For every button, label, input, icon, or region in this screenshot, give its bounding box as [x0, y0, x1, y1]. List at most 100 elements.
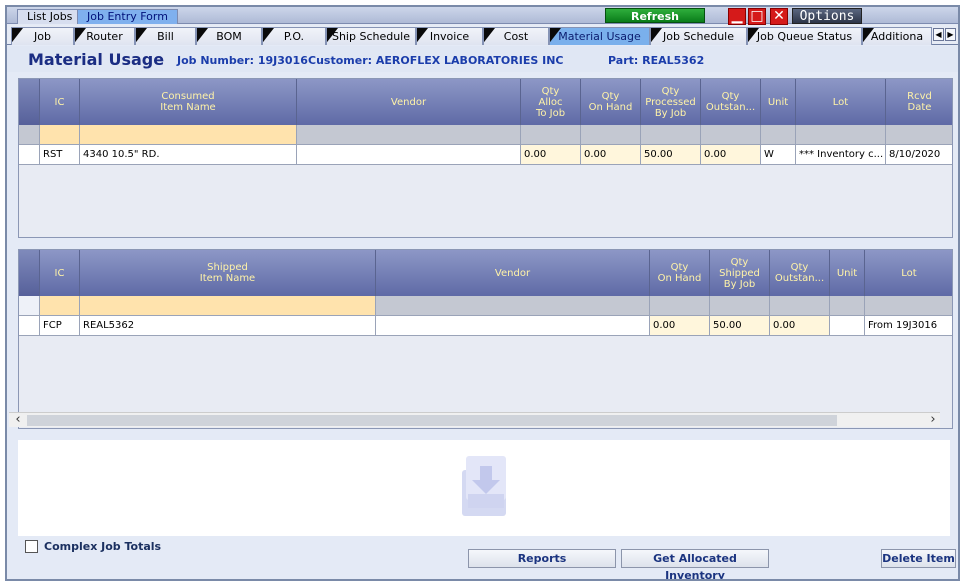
- col-header-qty-on-hand[interactable]: Qty On Hand: [581, 79, 641, 125]
- reports-button[interactable]: Reports: [468, 549, 616, 568]
- tab-label: Cost: [503, 30, 529, 43]
- cell-unit[interactable]: [830, 316, 865, 336]
- cell-qty-processed[interactable]: 50.00: [641, 145, 701, 165]
- horizontal-scrollbar[interactable]: ‹ ›: [9, 412, 940, 427]
- tab-scroll-right-icon[interactable]: ▶: [945, 28, 956, 41]
- tab-material-usage[interactable]: Material Usage: [549, 27, 650, 45]
- new-row-qty-outstanding[interactable]: [770, 296, 830, 316]
- cell-qty-on-hand[interactable]: 0.00: [650, 316, 710, 336]
- cell-vendor[interactable]: [376, 316, 650, 336]
- close-icon[interactable]: ✕: [770, 8, 788, 25]
- cell-qty-outstanding[interactable]: 0.00: [770, 316, 830, 336]
- tab-additional[interactable]: Additiona: [862, 27, 932, 45]
- minimize-icon[interactable]: ▁: [728, 8, 746, 25]
- options-button[interactable]: Options: [792, 8, 862, 24]
- tab-label: Bill: [157, 30, 174, 43]
- tab-po[interactable]: P.O.: [262, 27, 326, 45]
- maximize-icon[interactable]: □: [748, 8, 766, 25]
- tab-router[interactable]: Router: [74, 27, 135, 45]
- document-drop-area[interactable]: [18, 440, 950, 536]
- new-row-qty-processed[interactable]: [641, 125, 701, 145]
- tab-job-schedule[interactable]: Job Schedule: [650, 27, 747, 45]
- new-row-lot[interactable]: [865, 296, 952, 316]
- col-header-qty-outstanding[interactable]: Qty Outstan...: [701, 79, 761, 125]
- new-row-qty-shipped[interactable]: [710, 296, 770, 316]
- new-row-vendor[interactable]: [297, 125, 521, 145]
- tab-label: Job Schedule: [662, 30, 734, 43]
- new-row-ic[interactable]: [40, 296, 80, 316]
- scroll-right-icon[interactable]: ›: [926, 413, 940, 428]
- new-row-item-name[interactable]: [80, 296, 376, 316]
- new-row-vendor[interactable]: [376, 296, 650, 316]
- cell-item-name[interactable]: REAL5362: [80, 316, 376, 336]
- row-selector[interactable]: [19, 145, 40, 165]
- col-header-rcvd-date[interactable]: Rcvd Date: [886, 79, 952, 125]
- tab-job-entry-form[interactable]: Job Entry Form: [77, 9, 178, 24]
- tab-scroll-left-icon[interactable]: ◀: [933, 28, 944, 41]
- refresh-button[interactable]: Refresh: [605, 8, 705, 23]
- tab-bom[interactable]: BOM: [196, 27, 262, 45]
- col-header-lot[interactable]: Lot: [796, 79, 886, 125]
- cell-qty-on-hand[interactable]: 0.00: [581, 145, 641, 165]
- new-row-rcvd-date[interactable]: [886, 125, 952, 145]
- scrollbar-thumb[interactable]: [27, 415, 837, 426]
- delete-item-button[interactable]: Delete Item: [881, 549, 956, 568]
- tab-job[interactable]: Job: [11, 27, 74, 45]
- col-header-qty-shipped[interactable]: Qty Shipped By Job: [710, 250, 770, 296]
- customer-name: Customer: AEROFLEX LABORATORIES INC: [308, 54, 564, 67]
- get-allocated-inventory-button[interactable]: Get Allocated Inventory: [621, 549, 769, 579]
- job-number: Job Number: 19J3016: [177, 54, 308, 67]
- col-header-item-name[interactable]: Consumed Item Name: [80, 79, 297, 125]
- complex-job-totals-checkbox[interactable]: [25, 540, 38, 553]
- cell-rcvd-date[interactable]: 8/10/2020: [886, 145, 952, 165]
- row-selector[interactable]: [19, 316, 40, 336]
- download-tray-icon: [462, 456, 506, 516]
- new-row-qty-alloc[interactable]: [521, 125, 581, 145]
- cell-item-name[interactable]: 4340 10.5" RD.: [80, 145, 297, 165]
- tab-cost[interactable]: Cost: [483, 27, 549, 45]
- cell-ic[interactable]: FCP: [40, 316, 80, 336]
- tab-bill[interactable]: Bill: [135, 27, 196, 45]
- cell-qty-alloc[interactable]: 0.00: [521, 145, 581, 165]
- new-row-qty-on-hand[interactable]: [650, 296, 710, 316]
- job-entry-window: List Jobs Job Entry Form Refresh ▁ □ ✕ O…: [5, 5, 960, 581]
- new-row-qty-on-hand[interactable]: [581, 125, 641, 145]
- col-header-unit[interactable]: Unit: [761, 79, 796, 125]
- col-header-vendor[interactable]: Vendor: [376, 250, 650, 296]
- col-header-unit[interactable]: Unit: [830, 250, 865, 296]
- cell-lot[interactable]: *** Inventory c...: [796, 145, 886, 165]
- new-row-selector[interactable]: [19, 125, 40, 145]
- tab-label: Additiona: [870, 30, 924, 43]
- cell-unit[interactable]: W: [761, 145, 796, 165]
- col-header-item-name[interactable]: Shipped Item Name: [80, 250, 376, 296]
- cell-ic[interactable]: RST: [40, 145, 80, 165]
- new-row-unit[interactable]: [830, 296, 865, 316]
- cell-qty-shipped[interactable]: 50.00: [710, 316, 770, 336]
- new-row-lot[interactable]: [796, 125, 886, 145]
- new-row-ic[interactable]: [40, 125, 80, 145]
- cell-lot[interactable]: From 19J3016: [865, 316, 952, 336]
- tab-ship-schedule[interactable]: Ship Schedule: [326, 27, 416, 45]
- col-header-ic[interactable]: IC: [40, 79, 80, 125]
- tab-list-jobs[interactable]: List Jobs: [17, 9, 83, 24]
- col-header-lot[interactable]: Lot: [865, 250, 952, 296]
- new-row-selector[interactable]: [19, 296, 40, 316]
- part-number: Part: REAL5362: [608, 54, 705, 67]
- col-header-qty-outstanding[interactable]: Qty Outstan...: [770, 250, 830, 296]
- col-header-qty-on-hand[interactable]: Qty On Hand: [650, 250, 710, 296]
- tab-label: Material Usage: [558, 30, 641, 43]
- new-row-item-name[interactable]: [80, 125, 297, 145]
- tab-job-queue-status[interactable]: Job Queue Status: [747, 27, 862, 45]
- new-row-unit[interactable]: [761, 125, 796, 145]
- col-header-qty-alloc[interactable]: Qty Alloc To Job: [521, 79, 581, 125]
- scroll-left-icon[interactable]: ‹: [11, 413, 25, 428]
- tab-invoice[interactable]: Invoice: [416, 27, 483, 45]
- col-header-vendor[interactable]: Vendor: [297, 79, 521, 125]
- complex-job-totals[interactable]: Complex Job Totals: [25, 540, 161, 553]
- col-header-qty-processed[interactable]: Qty Processed By Job: [641, 79, 701, 125]
- col-header-ic[interactable]: IC: [40, 250, 80, 296]
- cell-vendor[interactable]: [297, 145, 521, 165]
- new-row-qty-outstanding[interactable]: [701, 125, 761, 145]
- page-title: Material Usage: [28, 50, 165, 69]
- cell-qty-outstanding[interactable]: 0.00: [701, 145, 761, 165]
